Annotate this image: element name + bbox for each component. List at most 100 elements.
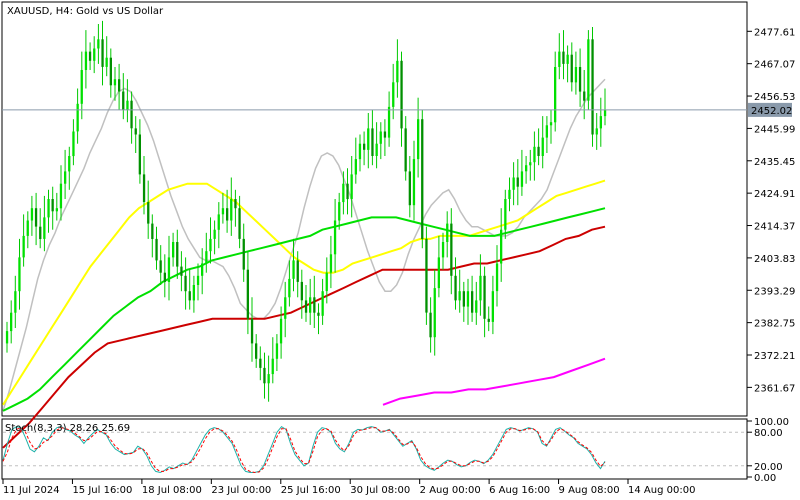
price-tick-label: 2382.75 (754, 319, 795, 330)
candle-body (172, 242, 175, 258)
candle-body (300, 281, 303, 301)
time-tick-label: 23 Jul 00:00 (211, 485, 271, 496)
candle-body (421, 119, 424, 239)
candle-body (163, 272, 166, 282)
candle-body (333, 220, 337, 255)
candle-body (570, 54, 573, 83)
candle-body (433, 288, 436, 338)
candle-body (462, 291, 465, 307)
candle-body (404, 128, 407, 172)
candle-body (76, 103, 79, 132)
candle-body (97, 39, 100, 49)
candle (421, 110, 424, 249)
candle-body (458, 291, 461, 301)
candle-body (417, 119, 420, 160)
candle-body (367, 128, 370, 150)
candle-body (529, 162, 532, 166)
candle-body (88, 51, 92, 61)
price-tick-label: 2372.21 (754, 351, 795, 362)
stoch-tick-label: 20.00 (754, 462, 783, 473)
candle-body (18, 257, 21, 292)
candle-body (51, 199, 54, 212)
candle-body (151, 223, 154, 239)
candle-body (545, 125, 548, 138)
candle-body (134, 128, 137, 135)
candle-body (159, 260, 162, 273)
candle-body (10, 312, 13, 332)
candle-body (217, 214, 220, 230)
candle-body (375, 143, 378, 156)
candle-body (387, 106, 391, 138)
time-tick-label: 25 Jul 16:00 (281, 485, 341, 496)
candle-body (371, 128, 374, 156)
candle-body (437, 257, 440, 289)
candle-body (205, 251, 208, 264)
candle-body (487, 318, 490, 322)
candle-body (396, 60, 399, 83)
candle-body (475, 300, 478, 313)
candle-body (275, 343, 279, 359)
candle-body (508, 189, 511, 199)
candle-body (22, 235, 25, 258)
candle-body (591, 39, 594, 135)
candle-body (230, 199, 233, 221)
candle-body (537, 146, 540, 156)
candle-body (26, 220, 29, 236)
time-tick-label: 30 Jul 08:00 (350, 485, 410, 496)
candle-body (122, 91, 125, 110)
candle-body (454, 275, 457, 301)
candle-body (491, 291, 494, 322)
candle-body (583, 91, 586, 101)
chart-title: XAUUSD, H4: Gold vs US Dollar (7, 6, 164, 17)
candle-body (587, 39, 590, 101)
candle-body (184, 275, 187, 292)
candle-body (338, 202, 341, 221)
candle-body (80, 70, 83, 104)
price-tick-label: 2445.99 (754, 124, 795, 135)
candle-body (34, 208, 38, 227)
price-tick-label: 2435.45 (754, 157, 795, 168)
candle-body (450, 223, 453, 276)
time-tick-label: 11 Jul 2024 (3, 485, 60, 496)
candle-body (64, 171, 67, 184)
candle-body (400, 60, 403, 129)
price-tick-label: 2393.29 (754, 286, 795, 297)
candle-body (317, 312, 320, 316)
candle-body (201, 263, 204, 276)
candle-body (446, 223, 449, 242)
candle-body (346, 183, 349, 200)
candle-body (383, 131, 387, 138)
candle-body (180, 266, 183, 276)
stoch-label: Stoch(8,3,3) 28.26 25.69 (5, 423, 130, 434)
candle-body (321, 291, 324, 316)
candle-body (525, 165, 528, 172)
candle-body (342, 183, 345, 203)
candle-body (59, 183, 63, 209)
candle (591, 27, 594, 147)
candle-body (425, 238, 428, 313)
candle-body (358, 143, 362, 160)
candle-body (500, 229, 503, 264)
candle-body (520, 171, 524, 187)
candle-body (483, 275, 486, 319)
price-chart: 100.0080.00 20.000.00 2477.61 2467.07 2456.… (1, 1, 795, 496)
candle-body (516, 177, 519, 187)
candle-body (259, 358, 262, 368)
candle-body (109, 57, 112, 86)
candle-body (549, 122, 553, 126)
candle-body (68, 156, 71, 172)
candle-body (466, 291, 470, 307)
candle-body (130, 100, 133, 129)
candle-body (209, 238, 212, 252)
candle-body (309, 297, 312, 313)
candle-body (213, 229, 216, 239)
candle-body (43, 217, 46, 239)
candle (425, 226, 428, 325)
candle-body (155, 238, 158, 261)
candle-body (167, 257, 171, 282)
candle-body (118, 79, 121, 92)
price-tick-label: 2424.91 (754, 189, 795, 200)
candle-body (30, 208, 34, 221)
candle-body (325, 272, 328, 292)
stoch-tick-label: 80.00 (754, 428, 783, 439)
